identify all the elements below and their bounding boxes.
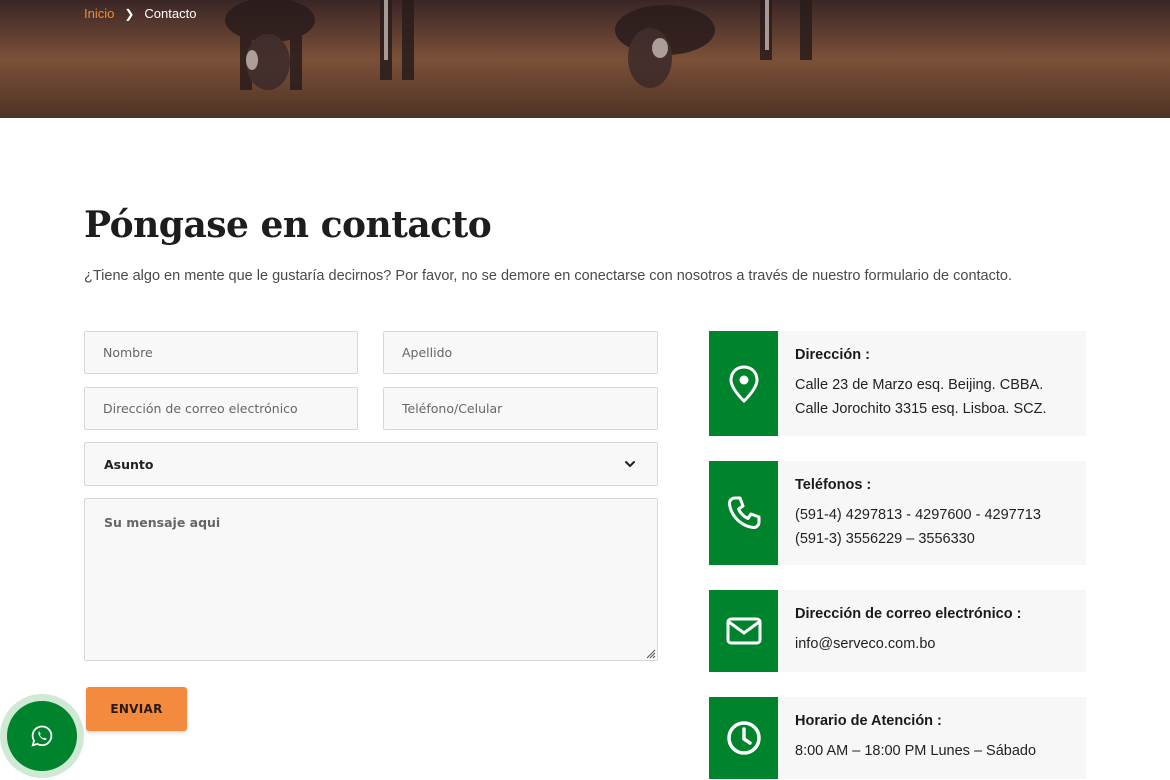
subject-select[interactable]: Asunto (84, 442, 658, 486)
clock-icon (726, 721, 761, 755)
location-pin-icon (728, 364, 759, 403)
email-card: Dirección de correo electrónico : info@s… (709, 590, 1086, 672)
email-input[interactable] (84, 387, 358, 430)
phone-input[interactable] (383, 387, 658, 430)
phones-card: Teléfonos : (591-4) 4297813 - 4297600 - … (709, 461, 1086, 565)
whatsapp-icon (31, 725, 53, 747)
phones-line-1: (591-4) 4297813 - 4297600 - 4297713 (795, 507, 1041, 523)
email-line-1: info@serveco.com.bo (795, 636, 936, 652)
hero-banner: Inicio ❯ Contacto (0, 0, 1170, 118)
subject-select-value: Asunto (104, 456, 154, 472)
address-line-2: Calle Jorochito 3315 esq. Lisboa. SCZ. (795, 401, 1047, 417)
phones-line-2: (591-3) 3556229 – 3556330 (795, 531, 975, 547)
page-title: Póngase en contacto (84, 204, 492, 246)
resize-handle-icon[interactable] (644, 647, 656, 659)
intro-text: ¿Tiene algo en mente que le gustaría dec… (84, 268, 1012, 284)
last-name-input[interactable] (383, 331, 658, 374)
submit-button[interactable]: ENVIAR (86, 687, 187, 731)
hours-card: Horario de Atención : 8:00 AM – 18:00 PM… (709, 697, 1086, 779)
chevron-down-icon (625, 461, 635, 468)
phones-title: Teléfonos : (795, 477, 872, 493)
first-name-input[interactable] (84, 331, 358, 374)
hours-icon-box (709, 697, 778, 779)
breadcrumb-current: Contacto (144, 6, 197, 21)
address-line-1: Calle 23 de Marzo esq. Beijing. CBBA. (795, 377, 1044, 393)
breadcrumb-home-link[interactable]: Inicio (84, 6, 114, 21)
whatsapp-floating-button[interactable] (0, 694, 84, 778)
hours-title: Horario de Atención : (795, 713, 942, 729)
chevron-right-icon: ❯ (124, 6, 135, 21)
message-textarea[interactable] (84, 498, 658, 661)
breadcrumb: Inicio ❯ Contacto (84, 6, 196, 21)
address-title: Dirección : (795, 347, 870, 363)
email-title: Dirección de correo electrónico : (795, 606, 1022, 622)
envelope-icon (726, 617, 761, 645)
phones-icon-box (709, 461, 778, 565)
address-icon-box (709, 331, 778, 436)
hours-line-1: 8:00 AM – 18:00 PM Lunes – Sábado (795, 743, 1037, 759)
phone-icon (727, 496, 760, 530)
address-card: Dirección : Calle 23 de Marzo esq. Beiji… (709, 331, 1086, 436)
email-icon-box (709, 590, 778, 672)
